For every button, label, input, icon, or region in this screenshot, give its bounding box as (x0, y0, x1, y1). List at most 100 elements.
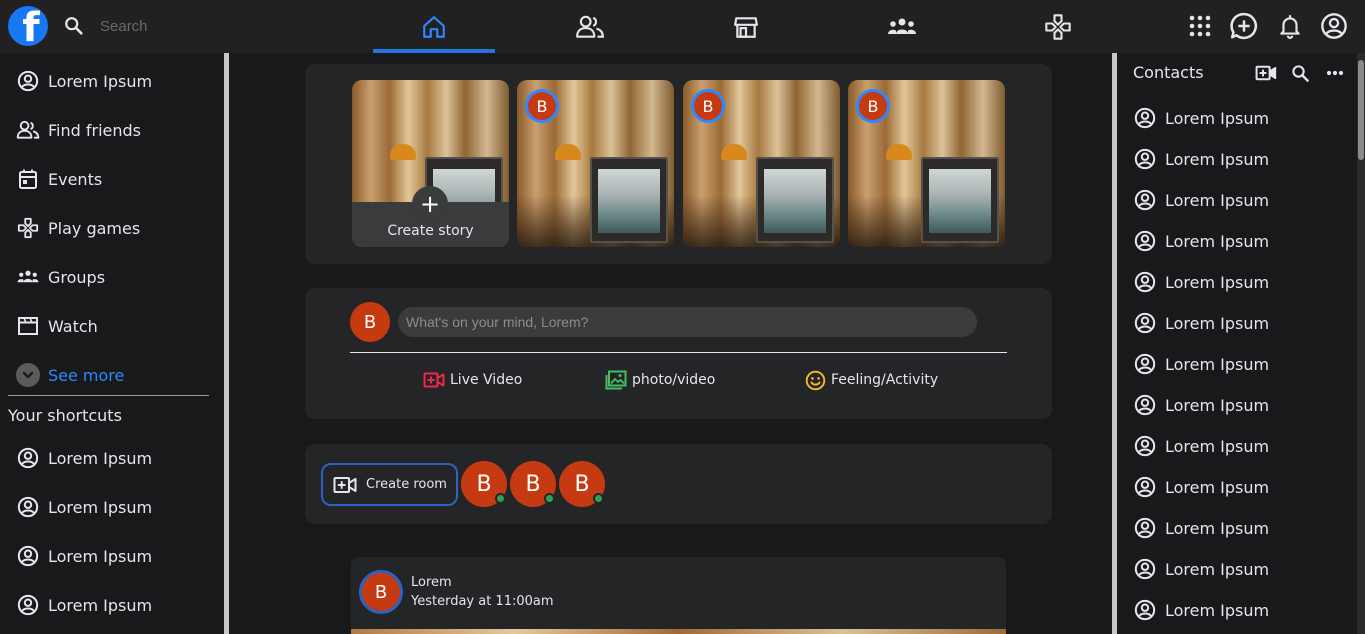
shortcut-label: Lorem Ipsum (48, 497, 153, 517)
story-card[interactable]: B (848, 80, 1005, 247)
contact-name: Lorem Ipsum (1165, 149, 1270, 169)
contact-item[interactable]: Lorem Ipsum (1134, 310, 1269, 336)
feeling-activity-button[interactable]: Feeling/Activity (805, 369, 938, 391)
contact-item[interactable]: Lorem Ipsum (1134, 105, 1269, 131)
shortcut-label: Lorem Ipsum (48, 546, 153, 566)
contact-item[interactable]: Lorem Ipsum (1134, 474, 1269, 500)
contact-item[interactable]: Lorem Ipsum (1134, 228, 1269, 254)
create-story-card[interactable]: + Create story (352, 80, 509, 247)
sidebar-item-play-games[interactable]: Play games (16, 213, 140, 243)
video-icon (16, 314, 40, 338)
contacts-title: Contacts (1133, 63, 1204, 82)
friends-icon (16, 118, 40, 142)
groups-icon (16, 265, 40, 289)
account-circle-icon (1134, 353, 1156, 375)
sidebar-item-label: Watch (48, 316, 98, 336)
see-more-button[interactable]: See more (16, 360, 124, 390)
story-avatar: B (856, 89, 890, 123)
contact-item[interactable]: Lorem Ipsum (1134, 187, 1269, 213)
store-icon (733, 14, 759, 40)
composer-avatar[interactable]: B (350, 302, 390, 342)
tab-marketplace[interactable] (685, 0, 807, 53)
account-circle-icon (1134, 476, 1156, 498)
shortcut-label: Lorem Ipsum (48, 595, 153, 615)
shortcut-item[interactable]: Lorem Ipsum (16, 492, 152, 522)
sidebar-item-groups[interactable]: Groups (16, 262, 105, 292)
sidebar-item-events[interactable]: Events (16, 164, 102, 194)
status-input[interactable] (398, 307, 977, 337)
contact-item[interactable]: Lorem Ipsum (1134, 433, 1269, 459)
search-input[interactable] (100, 14, 240, 38)
online-status-dot (544, 493, 555, 504)
contact-item[interactable]: Lorem Ipsum (1134, 515, 1269, 541)
account-circle-icon (1134, 558, 1156, 580)
account-circle-icon[interactable] (1319, 11, 1349, 41)
sidebar-item-find-friends[interactable]: Find friends (16, 115, 141, 145)
chevron-down-icon (16, 363, 40, 387)
tab-gaming[interactable] (997, 0, 1119, 53)
tab-home[interactable] (373, 0, 495, 53)
shortcut-item[interactable]: Lorem Ipsum (16, 541, 152, 571)
gamepad-icon (1044, 13, 1072, 41)
post-author-avatar[interactable]: B (359, 570, 403, 614)
account-circle-icon (16, 69, 40, 93)
post-image[interactable] (351, 629, 1006, 634)
contact-name: Lorem Ipsum (1165, 272, 1270, 292)
account-circle-icon (16, 446, 40, 470)
groups-icon (886, 16, 918, 38)
contact-item[interactable]: Lorem Ipsum (1134, 392, 1269, 418)
contact-item[interactable]: Lorem Ipsum (1134, 146, 1269, 172)
photo-video-button[interactable]: photo/video (605, 369, 715, 391)
search-icon[interactable] (1291, 64, 1310, 83)
live-video-label: Live Video (450, 372, 523, 388)
tab-friends[interactable] (529, 0, 651, 53)
see-more-label: See more (48, 365, 125, 385)
messenger-add-icon[interactable] (1229, 11, 1259, 41)
sidebar-item-label: Find friends (48, 120, 141, 140)
account-circle-icon (16, 593, 40, 617)
contact-item[interactable]: Lorem Ipsum (1134, 556, 1269, 582)
account-circle-icon (1134, 148, 1156, 170)
sidebar-item-label: Play games (48, 218, 141, 238)
create-room-button[interactable]: Create room (321, 463, 458, 506)
sidebar-item-profile[interactable]: Lorem Ipsum (16, 66, 152, 96)
contact-name: Lorem Ipsum (1165, 436, 1270, 456)
video-add-icon[interactable] (1255, 64, 1277, 82)
story-card[interactable]: B (683, 80, 840, 247)
tab-groups[interactable] (841, 0, 963, 53)
photo-icon (605, 370, 627, 390)
divider (8, 395, 209, 396)
gamepad-icon (16, 216, 40, 240)
left-scrollbar[interactable] (224, 53, 229, 634)
top-navigation-bar: f (0, 0, 1365, 53)
shortcuts-title: Your shortcuts (8, 406, 122, 425)
online-status-dot (593, 493, 604, 504)
apps-grid-icon[interactable] (1185, 11, 1215, 41)
story-avatar: B (691, 89, 725, 123)
search-icon[interactable] (63, 15, 85, 37)
photo-video-label: photo/video (632, 372, 716, 388)
story-image-lamp (555, 144, 581, 160)
post-timestamp[interactable]: Yesterday at 11:00am (411, 594, 554, 609)
contact-item[interactable]: Lorem Ipsum (1134, 269, 1269, 295)
live-video-icon (423, 371, 445, 389)
contact-name: Lorem Ipsum (1165, 108, 1270, 128)
account-circle-icon (16, 495, 40, 519)
sidebar-item-label: Lorem Ipsum (48, 71, 153, 91)
facebook-logo[interactable]: f (8, 6, 48, 46)
more-icon[interactable] (1326, 70, 1344, 76)
story-card[interactable]: B (517, 80, 674, 247)
right-scrollbar-thumb[interactable] (1358, 60, 1364, 160)
contact-item[interactable]: Lorem Ipsum (1134, 351, 1269, 377)
calendar-icon (16, 167, 40, 191)
story-image-lamp (390, 144, 416, 160)
bell-icon[interactable] (1275, 11, 1305, 41)
live-video-button[interactable]: Live Video (423, 369, 522, 391)
post-author-name[interactable]: Lorem (411, 575, 452, 590)
contact-name: Lorem Ipsum (1165, 518, 1270, 538)
sidebar-item-watch[interactable]: Watch (16, 311, 98, 341)
contact-name: Lorem Ipsum (1165, 190, 1270, 210)
contact-item[interactable]: Lorem Ipsum (1134, 597, 1269, 623)
shortcut-item[interactable]: Lorem Ipsum (16, 590, 152, 620)
shortcut-item[interactable]: Lorem Ipsum (16, 443, 152, 473)
